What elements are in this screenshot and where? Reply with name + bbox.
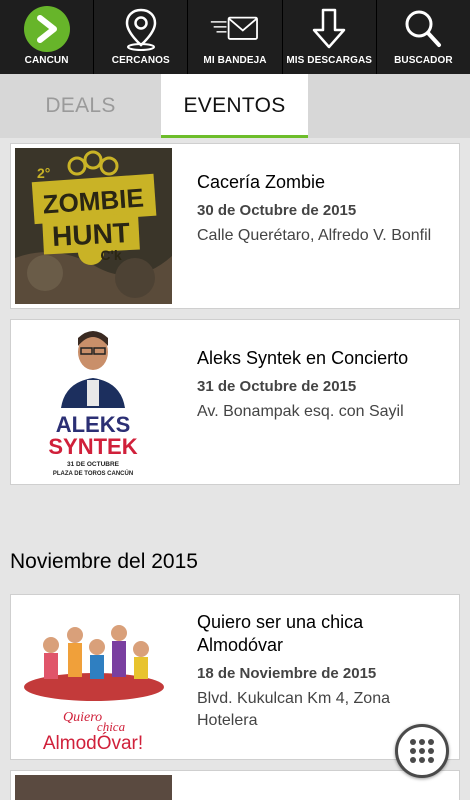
poster-title-line3: AlmodÓvar! xyxy=(43,732,143,754)
event-card[interactable]: Quiero chica AlmodÓvar! Quiero ser una c… xyxy=(10,594,460,760)
event-address: Calle Querétaro, Alfredo V. Bonfil xyxy=(197,227,432,244)
nav-cancun-button[interactable]: CANCUN xyxy=(0,0,95,74)
search-icon xyxy=(396,5,450,53)
nav-label: MIS DESCARGAS xyxy=(286,55,373,66)
map-pin-icon xyxy=(114,5,168,53)
section-header-noviembre: Noviembre del 2015 xyxy=(10,550,198,573)
event-title: Quiero ser una chica Almodóvar xyxy=(197,612,364,655)
nav-cercanos-button[interactable]: CERCANOS xyxy=(94,0,189,74)
download-arrow-icon xyxy=(302,5,356,53)
event-poster xyxy=(15,775,172,800)
event-info: Aleks Syntek en Concierto 31 de Octubre … xyxy=(197,347,449,423)
nav-buscador-button[interactable]: BUSCADOR xyxy=(377,0,470,74)
event-card[interactable]: ALEKS SYNTEK 31 DE OCTUBRE PLAZA DE TORO… xyxy=(10,319,460,485)
event-address: Av. Bonampak esq. con Sayil xyxy=(197,403,404,420)
poster-badge: 2° xyxy=(37,165,50,181)
nav-label: CERCANOS xyxy=(111,55,170,66)
event-date: 30 de Octubre de 2015 xyxy=(197,202,357,219)
nav-label: MI BANDEJA xyxy=(203,55,267,66)
event-poster-zombie-hunt: 2° ZOMBIE HUNT C'k xyxy=(15,148,172,304)
event-poster-chica-almodovar: Quiero chica AlmodÓvar! xyxy=(15,599,172,755)
nav-label: BUSCADOR xyxy=(394,55,453,66)
event-date: 18 de Noviembre de 2015 xyxy=(197,665,377,682)
nav-descargas-button[interactable]: MIS DESCARGAS xyxy=(283,0,377,74)
tab-bar: DEALS EVENTOS xyxy=(0,74,470,138)
tab-eventos[interactable]: EVENTOS xyxy=(161,74,308,138)
grid-dots-icon xyxy=(410,739,434,763)
nav-label: CANCUN xyxy=(24,55,69,66)
event-poster-aleks-syntek: ALEKS SYNTEK 31 DE OCTUBRE PLAZA DE TORO… xyxy=(15,324,172,480)
poster-title-line2: SYNTEK xyxy=(48,434,137,459)
event-card[interactable] xyxy=(10,770,460,800)
poster-date: 31 DE OCTUBRE xyxy=(67,461,120,468)
grid-menu-button[interactable] xyxy=(395,724,449,778)
poster-venue: PLAZA DE TOROS CANCÚN xyxy=(53,470,133,477)
event-title: Aleks Syntek en Concierto xyxy=(197,348,409,368)
poster-mark: C'k xyxy=(100,247,121,263)
event-date: 31 de Octubre de 2015 xyxy=(197,378,357,395)
event-info: Quiero ser una chica Almodóvar 18 de Nov… xyxy=(197,611,449,732)
poster-title-line2: chica xyxy=(97,719,126,734)
envelope-icon xyxy=(208,5,262,53)
tab-deals[interactable]: DEALS xyxy=(0,74,161,138)
location-chevron-icon xyxy=(20,5,74,53)
nav-bandeja-button[interactable]: MI BANDEJA xyxy=(188,0,283,74)
event-title: Cacería Zombie xyxy=(197,172,326,192)
event-info: Cacería Zombie 30 de Octubre de 2015 Cal… xyxy=(197,171,449,247)
event-card[interactable]: 2° ZOMBIE HUNT C'k Cacería Zombie 30 de … xyxy=(10,143,460,309)
top-nav: CANCUN CERCANOS MI BANDEJA MIS DESCARGAS… xyxy=(0,0,470,74)
